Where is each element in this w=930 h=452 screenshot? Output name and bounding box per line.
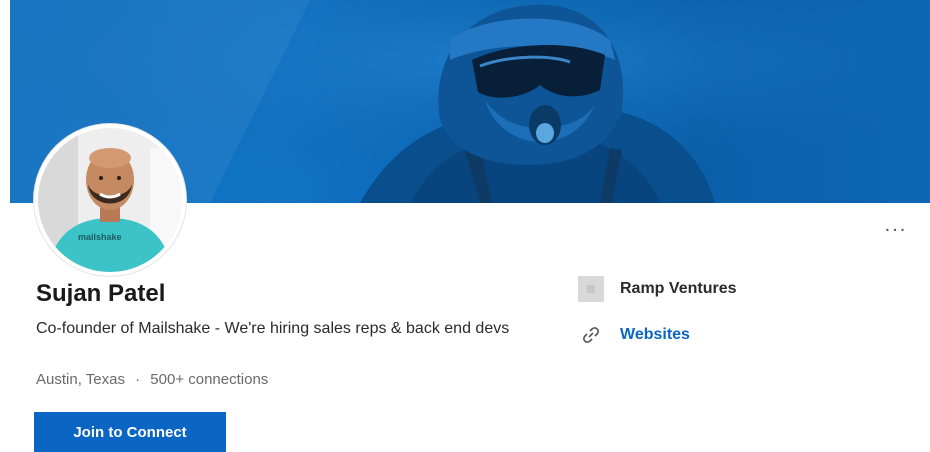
profile-connections: 500+ connections bbox=[150, 371, 269, 388]
profile-name: Sujan Patel bbox=[36, 280, 166, 307]
avatar-shirt-logo: mailshake bbox=[78, 232, 122, 242]
more-options-button[interactable]: ... bbox=[882, 214, 910, 236]
join-to-connect-button[interactable]: Join to Connect bbox=[34, 412, 226, 452]
meta-separator: · bbox=[135, 371, 141, 388]
more-options-icon: ... bbox=[884, 213, 908, 236]
company-name: Ramp Ventures bbox=[620, 280, 737, 297]
current-company[interactable]: Ramp Ventures bbox=[578, 276, 736, 302]
profile-location: Austin, Texas bbox=[36, 371, 125, 388]
websites-link[interactable]: Websites bbox=[578, 322, 690, 348]
company-logo-icon bbox=[578, 276, 604, 302]
profile-meta: Austin, Texas · 500+ connections bbox=[36, 371, 268, 388]
profile-avatar[interactable]: mailshake bbox=[34, 124, 186, 276]
avatar-photo: mailshake bbox=[38, 128, 182, 272]
profile-card: mailshake ... Sujan Patel Co-founder of … bbox=[0, 0, 930, 452]
profile-headline: Co-founder of Mailshake - We're hiring s… bbox=[36, 320, 510, 337]
link-icon bbox=[578, 322, 604, 348]
websites-label: Websites bbox=[620, 326, 690, 343]
